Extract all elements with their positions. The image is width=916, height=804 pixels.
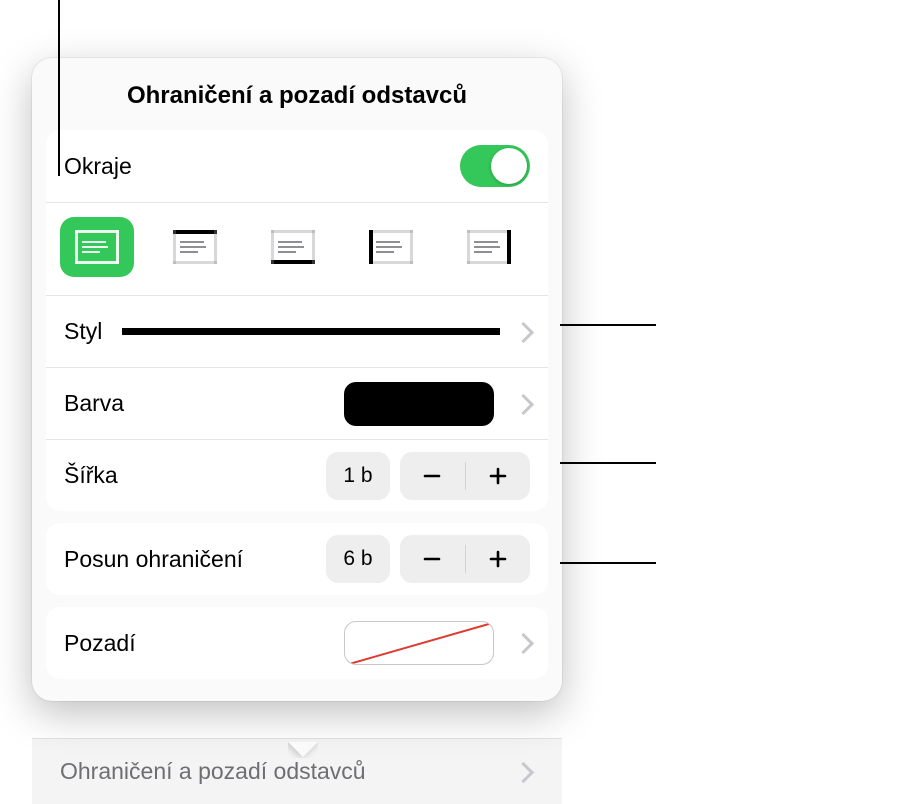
width-value: 1 b bbox=[326, 452, 390, 500]
style-label: Styl bbox=[64, 318, 102, 345]
background-label: Pozadí bbox=[64, 630, 136, 657]
background-card: Pozadí bbox=[46, 607, 548, 679]
borders-background-popover: Ohraničení a pozadí odstavců Okraje bbox=[32, 58, 562, 701]
callout-line bbox=[560, 462, 656, 464]
color-label: Barva bbox=[64, 390, 124, 417]
offset-row: Posun ohraničení 6 b bbox=[46, 523, 548, 595]
border-top-button[interactable] bbox=[158, 217, 232, 277]
offset-card: Posun ohraničení 6 b bbox=[46, 523, 548, 595]
popover-title: Ohraničení a pozadí odstavců bbox=[32, 58, 562, 130]
offset-decrement-button[interactable] bbox=[400, 535, 465, 583]
background-row[interactable]: Pozadí bbox=[46, 607, 548, 679]
width-decrement-button[interactable] bbox=[400, 452, 465, 500]
callout-line bbox=[58, 0, 60, 176]
border-right-button[interactable] bbox=[452, 217, 526, 277]
offset-label: Posun ohraničení bbox=[64, 546, 243, 573]
parent-menu-label: Ohraničení a pozadí odstavců bbox=[60, 758, 366, 785]
offset-value: 6 b bbox=[326, 535, 390, 583]
chevron-right-icon bbox=[516, 392, 530, 416]
borders-card: Okraje bbox=[46, 130, 548, 511]
chevron-right-icon bbox=[516, 320, 530, 344]
borders-toggle-label: Okraje bbox=[64, 153, 132, 180]
borders-toggle-row: Okraje bbox=[46, 130, 548, 202]
toggle-knob bbox=[491, 148, 527, 184]
style-preview-line bbox=[122, 328, 500, 335]
chevron-right-icon bbox=[516, 631, 530, 655]
width-row: Šířka 1 b bbox=[46, 439, 548, 511]
width-stepper bbox=[400, 452, 530, 500]
width-label: Šířka bbox=[64, 462, 118, 489]
border-left-button[interactable] bbox=[354, 217, 428, 277]
border-position-segment bbox=[46, 202, 548, 295]
style-row[interactable]: Styl bbox=[46, 295, 548, 367]
color-swatch[interactable] bbox=[344, 382, 494, 426]
popover-caret bbox=[288, 742, 318, 758]
chevron-right-icon bbox=[516, 760, 530, 784]
border-bottom-button[interactable] bbox=[256, 217, 330, 277]
background-swatch-none[interactable] bbox=[344, 621, 494, 665]
borders-toggle[interactable] bbox=[460, 145, 530, 187]
callout-line bbox=[560, 324, 656, 326]
border-all-button[interactable] bbox=[60, 217, 134, 277]
callout-line bbox=[560, 562, 656, 564]
color-row[interactable]: Barva bbox=[46, 367, 548, 439]
offset-stepper bbox=[400, 535, 530, 583]
offset-increment-button[interactable] bbox=[466, 535, 531, 583]
width-increment-button[interactable] bbox=[466, 452, 531, 500]
